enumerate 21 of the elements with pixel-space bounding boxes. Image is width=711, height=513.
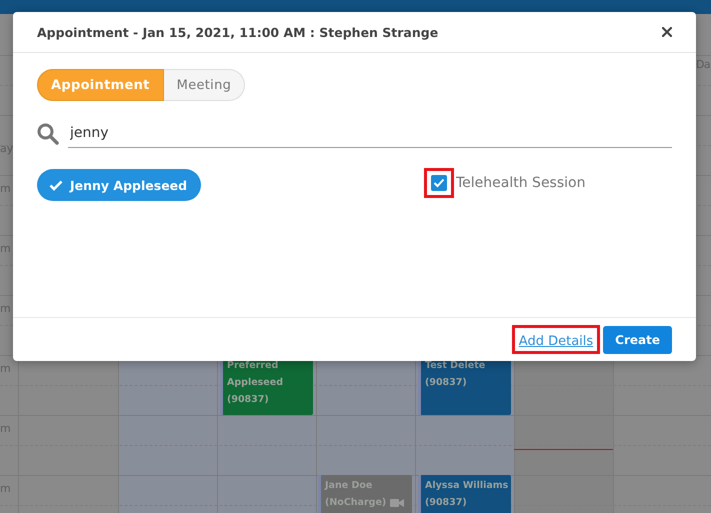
create-button[interactable]: Create xyxy=(603,326,672,354)
telehealth-checkbox[interactable] xyxy=(431,174,447,190)
close-icon xyxy=(662,27,672,37)
check-icon xyxy=(49,180,63,190)
event-text: Test Delete xyxy=(425,359,486,373)
close-button[interactable] xyxy=(660,25,674,39)
search-icon xyxy=(37,122,59,144)
telehealth-label: Telehealth Session xyxy=(456,174,586,190)
type-tab[interactable]: Meeting xyxy=(164,69,246,101)
add-details-link[interactable]: Add Details xyxy=(518,334,594,349)
event-text: Alyssa Williams xyxy=(425,479,508,493)
calendar-event[interactable]: Alyssa Williams (90837) xyxy=(418,475,511,513)
event-text: (90837) xyxy=(425,376,467,390)
event-text: (90837) xyxy=(425,496,467,510)
event-text: Preferred xyxy=(227,359,278,373)
video-camera-icon xyxy=(390,498,404,508)
dialog-title: Appointment - Jan 15, 2021, 11:00 AM : Stephen Strange xyxy=(37,24,438,40)
client-chip[interactable]: Jenny Appleseed xyxy=(37,169,202,201)
event-text: Appleseed xyxy=(227,376,283,390)
type-tab[interactable]: Appointment xyxy=(37,69,164,101)
event-text: (90837) xyxy=(227,393,269,407)
